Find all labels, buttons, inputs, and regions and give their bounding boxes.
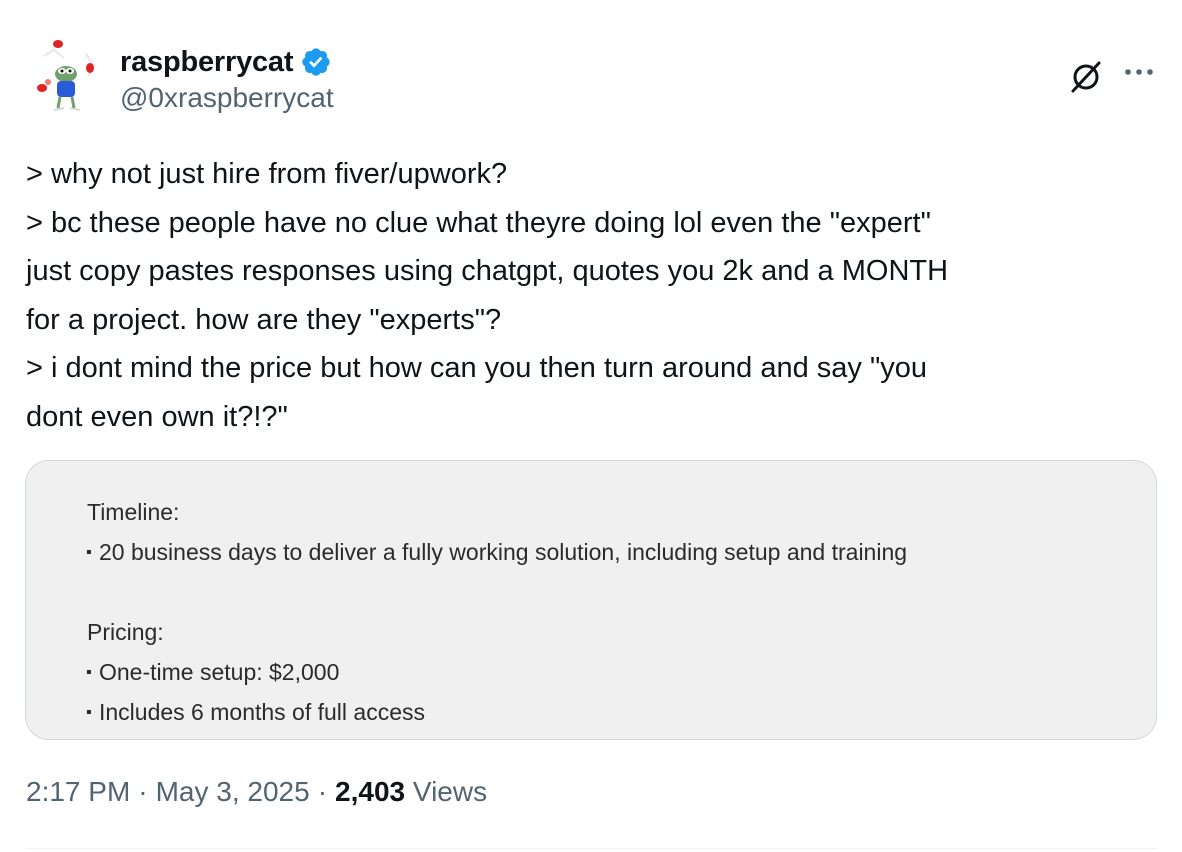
bullet-icon: [87, 709, 91, 714]
grok-button[interactable]: [1066, 56, 1106, 96]
pricing-heading: Pricing:: [87, 619, 164, 645]
more-options-button[interactable]: [1120, 58, 1158, 86]
tweet-meta: 2:17 PM · May 3, 2025 · 2,403 Views: [26, 776, 487, 808]
meta-separator: ·: [317, 776, 328, 807]
timeline-item-text: 20 business days to deliver a fully work…: [99, 539, 908, 565]
pepe-frog-avatar-icon: [24, 36, 108, 120]
tweet-text-line: > bc these people have no clue what they…: [26, 206, 931, 239]
tweet-date[interactable]: May 3, 2025: [156, 776, 310, 807]
avatar[interactable]: [24, 36, 108, 120]
tweet-text-line: for a project. how are they "experts"?: [26, 303, 502, 336]
tweet-time[interactable]: 2:17 PM: [26, 776, 130, 807]
display-name[interactable]: raspberrycat: [120, 46, 294, 79]
tweet-text-line: dont even own it?!?": [26, 400, 288, 433]
tweet-text-line: just copy pastes responses using chatgpt…: [26, 255, 949, 287]
pricing-item-text: Includes 6 months of full access: [99, 699, 425, 725]
divider: [26, 848, 1156, 849]
more-horizontal-icon: [1125, 69, 1153, 75]
views-count: 2,403: [335, 776, 406, 807]
tweet-text-line: > i dont mind the price but how can you …: [26, 352, 928, 384]
pricing-item-text: One-time setup: $2,000: [99, 659, 340, 685]
author-name-row[interactable]: raspberrycat: [120, 42, 332, 82]
tweet-text: > why not just hire from fiver/upwork? >…: [26, 150, 1156, 441]
tweet-text-line: > why not just hire from fiver/upwork?: [26, 158, 508, 190]
timeline-heading: Timeline:: [87, 499, 180, 525]
pricing-item: One-time setup: $2,000: [87, 659, 339, 686]
grok-icon: [1071, 61, 1101, 93]
author-handle[interactable]: @0xraspberrycat: [120, 82, 334, 114]
bullet-icon: [87, 549, 91, 554]
pricing-item: Includes 6 months of full access: [87, 699, 425, 726]
attached-image[interactable]: Timeline: 20 business days to deliver a …: [25, 460, 1157, 740]
views-label: Views: [412, 776, 488, 807]
timeline-item: 20 business days to deliver a fully work…: [87, 539, 907, 566]
bullet-icon: [87, 669, 91, 674]
verified-badge-icon[interactable]: [300, 46, 332, 78]
meta-separator: ·: [138, 776, 148, 807]
